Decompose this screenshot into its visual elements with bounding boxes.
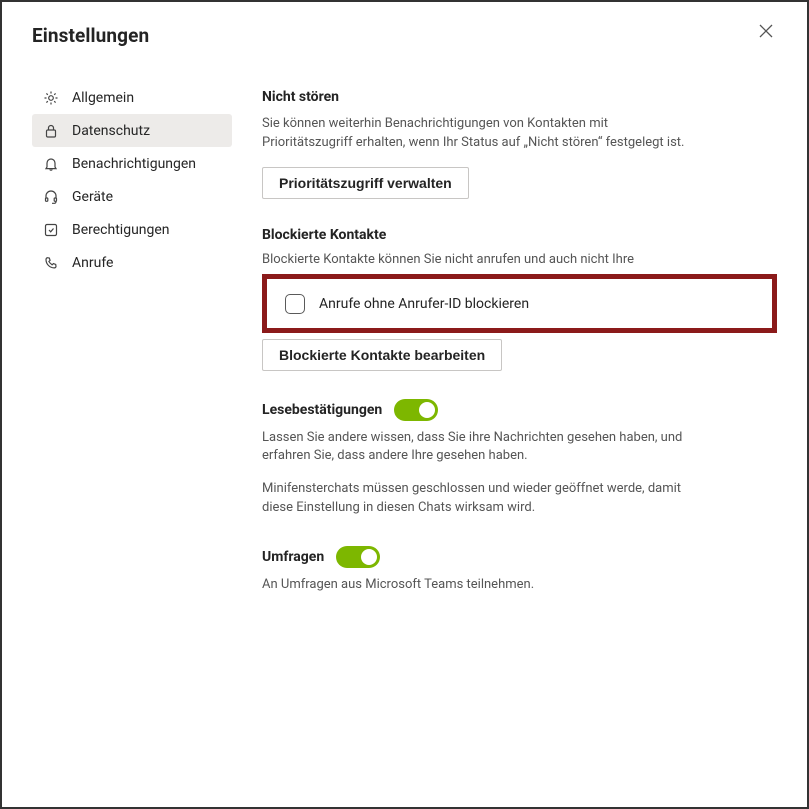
phone-icon [42,254,60,272]
read-receipts-toggle[interactable] [394,399,438,421]
close-button[interactable] [753,20,779,46]
settings-window: Einstellungen Allgemein [0,0,809,809]
highlight-annotation: Anrufe ohne Anrufer-ID blockieren [262,274,777,333]
sidebar-item-label: Benachrichtigungen [72,156,196,172]
surveys-title: Umfragen [262,549,324,565]
surveys-toggle[interactable] [336,546,380,568]
read-receipts-title: Lesebestätigungen [262,402,382,418]
surveys-header: Umfragen [262,546,380,568]
surveys-description: An Umfragen aus Microsoft Teams teilnehm… [262,576,692,595]
section-read-receipts: Lesebestätigungen Lassen Sie andere wiss… [262,399,777,518]
block-no-caller-id-label: Anrufe ohne Anrufer-ID blockieren [319,296,529,312]
sidebar-item-general[interactable]: Allgemein [32,81,232,114]
block-no-caller-id-checkbox[interactable] [285,294,305,314]
close-icon [759,24,773,42]
settings-main: Nicht stören Sie können weiterhin Benach… [262,81,777,623]
sidebar-item-calls[interactable]: Anrufe [32,246,232,279]
page-title: Einstellungen [32,24,777,47]
read-receipts-description-1: Lassen Sie andere wissen, dass Sie ihre … [262,429,692,467]
headset-icon [42,188,60,206]
sidebar-item-label: Datenschutz [72,123,150,139]
sidebar-item-permissions[interactable]: Berechtigungen [32,213,232,246]
sidebar-item-notifications[interactable]: Benachrichtigungen [32,147,232,180]
settings-sidebar: Allgemein Datenschutz [32,81,232,623]
manage-priority-access-button[interactable]: Prioritätszugriff verwalten [262,167,469,199]
sidebar-item-label: Allgemein [72,90,134,106]
sidebar-item-devices[interactable]: Geräte [32,180,232,213]
read-receipts-header: Lesebestätigungen [262,399,438,421]
settings-layout: Allgemein Datenschutz [32,81,777,623]
block-no-caller-id-row[interactable]: Anrufe ohne Anrufer-ID blockieren [285,294,754,314]
section-blocked-contacts: Blockierte Kontakte Blockierte Kontakte … [262,227,777,371]
blocked-title: Blockierte Kontakte [262,227,777,243]
lock-icon [42,122,60,140]
section-do-not-disturb: Nicht stören Sie können weiterhin Benach… [262,89,777,199]
dnd-title: Nicht stören [262,89,777,105]
read-receipts-description-2: Minifensterchats müssen geschlossen und … [262,480,692,518]
edit-blocked-contacts-button[interactable]: Blockierte Kontakte bearbeiten [262,339,502,371]
gear-icon [42,89,60,107]
sidebar-item-label: Anrufe [72,255,113,271]
dnd-description: Sie können weiterhin Benachrichtigungen … [262,115,692,153]
sidebar-item-label: Geräte [72,189,113,205]
section-surveys: Umfragen An Umfragen aus Microsoft Teams… [262,546,777,595]
blocked-description: Blockierte Kontakte können Sie nicht anr… [262,251,692,270]
sidebar-item-label: Berechtigungen [72,222,170,238]
sidebar-item-privacy[interactable]: Datenschutz [32,114,232,147]
permissions-icon [42,221,60,239]
bell-icon [42,155,60,173]
